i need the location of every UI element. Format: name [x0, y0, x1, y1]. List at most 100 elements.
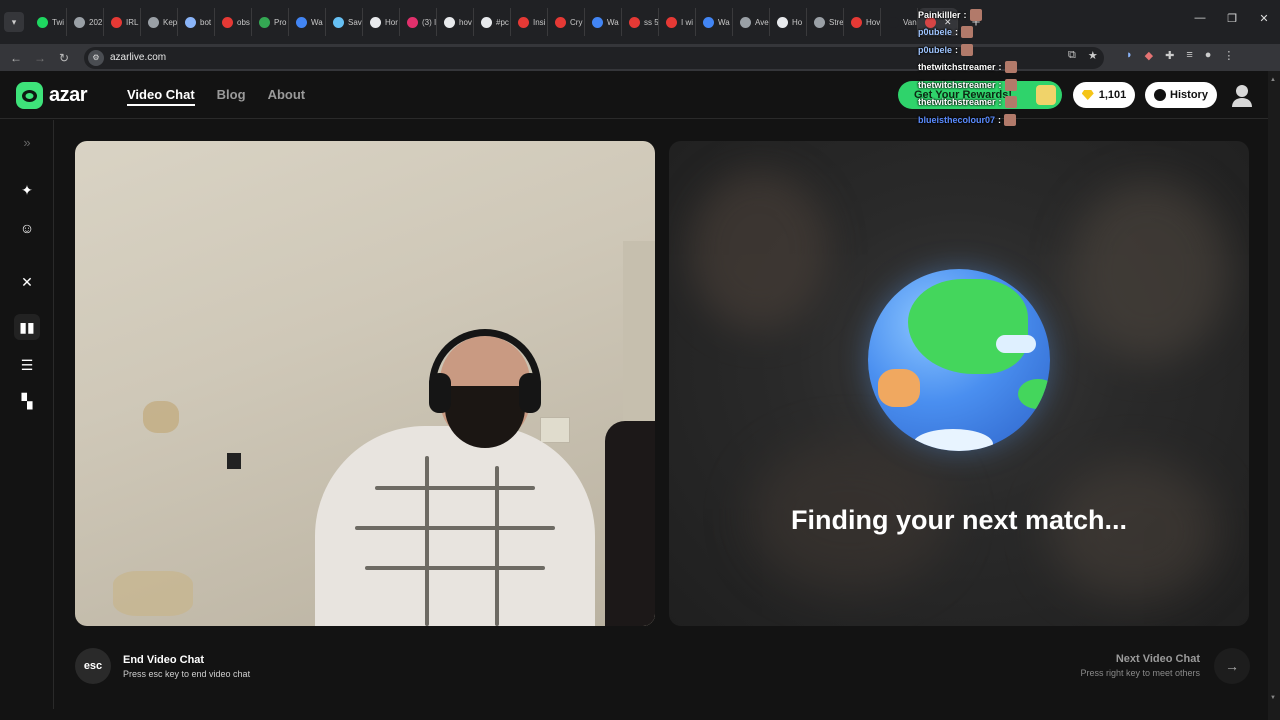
bookmark-star-icon[interactable]: ★: [1088, 49, 1098, 62]
shirt-stripe: [365, 566, 545, 570]
restore-icon[interactable]: ❐: [1216, 12, 1248, 25]
browser-tab[interactable]: Ave: [733, 8, 770, 36]
nav-blog[interactable]: Blog: [217, 87, 246, 106]
gems-balance-button[interactable]: 1,101: [1073, 82, 1135, 108]
scroll-down-icon[interactable]: ▼: [1270, 695, 1276, 701]
history-button[interactable]: History: [1145, 82, 1217, 108]
browser-tab[interactable]: Wa: [696, 8, 733, 36]
browser-tab[interactable]: Insi: [511, 8, 548, 36]
shirt-stripe: [425, 456, 429, 626]
browser-tab[interactable]: IRL: [104, 8, 141, 36]
expand-sidebar-icon[interactable]: »: [14, 129, 40, 155]
browser-tab[interactable]: Cry: [548, 8, 585, 36]
end-chat-text: End Video Chat Press esc key to end vide…: [123, 654, 250, 679]
layout-stacked-icon[interactable]: ☰: [14, 352, 40, 378]
headphone-earcup: [429, 373, 451, 413]
reload-icon[interactable]: ↻: [52, 51, 76, 65]
tab-label: Stre: [829, 17, 844, 27]
browser-tab[interactable]: Sav: [326, 8, 363, 36]
tab-favicon-icon: [148, 16, 159, 28]
extensions-puzzle-icon[interactable]: ✚: [1165, 49, 1174, 62]
end-video-chat-control[interactable]: esc End Video Chat Press esc key to end …: [75, 648, 250, 684]
browser-tab[interactable]: bot: [178, 8, 215, 36]
chat-message: blueisthecolour07 :: [918, 111, 1058, 129]
chat-separator: :: [998, 114, 1002, 125]
tab-favicon-icon: [518, 16, 529, 28]
tab-favicon-icon: [888, 16, 899, 28]
azar-logo[interactable]: azar: [16, 82, 88, 109]
chat-separator: :: [998, 62, 1002, 73]
back-icon[interactable]: ←: [4, 51, 28, 65]
tab-favicon-icon: [407, 16, 418, 28]
tab-label: Twi: [52, 17, 64, 27]
tab-favicon-icon: [74, 16, 85, 28]
site-info-icon[interactable]: ⚙: [88, 49, 104, 66]
browser-tab[interactable]: Ho: [770, 8, 807, 36]
browser-tab[interactable]: Wa: [289, 8, 326, 36]
chat-username: p0ubele: [918, 44, 953, 55]
minimize-icon[interactable]: —: [1184, 12, 1216, 25]
browser-tab[interactable]: obs: [215, 8, 252, 36]
browser-tab[interactable]: hov: [437, 8, 474, 36]
tab-label: Pro: [274, 17, 287, 27]
page-scrollbar[interactable]: ▲ ▼: [1268, 71, 1280, 720]
browser-tab[interactable]: Wa: [585, 8, 622, 36]
esc-button[interactable]: esc: [75, 648, 111, 684]
extension-2-icon[interactable]: ◆: [1145, 49, 1153, 62]
tab-label: Insi: [533, 17, 546, 27]
chat-emote-icon: [961, 43, 974, 56]
profile-icon[interactable]: ●: [1205, 49, 1212, 62]
cast-icon[interactable]: ⧉: [1068, 49, 1076, 62]
globe-icon: [868, 269, 1050, 451]
scroll-up-icon[interactable]: ▲: [1270, 77, 1276, 83]
browser-tab[interactable]: #pc: [474, 8, 511, 36]
chat-message: p0ubele :: [918, 41, 1058, 59]
chair: [605, 421, 655, 626]
user-avatar-icon[interactable]: [1231, 83, 1253, 107]
tab-favicon-icon: [740, 16, 751, 28]
my-camera-video: [75, 141, 655, 626]
chat-username: thetwitchstreamer: [918, 79, 996, 90]
tab-search-button[interactable]: ▾: [4, 12, 24, 32]
chat-username: p0ubele: [918, 27, 953, 38]
forward-icon[interactable]: →: [28, 51, 52, 65]
browser-tab[interactable]: Hov: [844, 8, 881, 36]
browser-menu-icon[interactable]: ⋮: [1223, 49, 1234, 62]
close-window-icon[interactable]: ✕: [1248, 12, 1280, 25]
wall-object: [227, 453, 241, 469]
face-filter-icon[interactable]: ☺: [14, 215, 40, 241]
person-torso: [315, 426, 595, 626]
chat-emote-icon: [969, 8, 982, 21]
chat-emote-icon: [1004, 61, 1017, 74]
magic-wand-icon[interactable]: ✦: [14, 177, 40, 203]
nav-video-chat[interactable]: Video Chat: [127, 87, 195, 106]
next-arrow-button[interactable]: →: [1214, 648, 1250, 684]
browser-tab[interactable]: 202: [67, 8, 104, 36]
tab-label: Kep: [163, 17, 178, 27]
chat-username: thetwitchstreamer: [918, 97, 996, 108]
browser-tab[interactable]: Stre: [807, 8, 844, 36]
tab-label: Ho: [792, 17, 803, 27]
url-text[interactable]: azarlive.com: [110, 52, 166, 63]
next-chat-title: Next Video Chat: [1115, 653, 1200, 665]
browser-tab[interactable]: Hor: [363, 8, 400, 36]
globe-cloud: [996, 335, 1036, 353]
browser-tab[interactable]: I wi: [659, 8, 696, 36]
extension-1-icon[interactable]: ◗: [1126, 49, 1133, 62]
wall-stain: [113, 571, 193, 616]
sticker-icon[interactable]: ✕: [14, 269, 40, 295]
browser-tab[interactable]: Pro: [252, 8, 289, 36]
logo-text: azar: [49, 84, 88, 106]
tab-favicon-icon: [481, 16, 492, 28]
blurred-background: [1069, 181, 1229, 361]
nav-about[interactable]: About: [268, 87, 306, 106]
layout-grid-icon[interactable]: ▚: [14, 388, 40, 414]
browser-tab[interactable]: Twi: [30, 8, 67, 36]
media-control-icon[interactable]: ≡: [1186, 49, 1192, 62]
browser-tab[interactable]: (3) I: [400, 8, 437, 36]
browser-tab[interactable]: Kep: [141, 8, 178, 36]
stream-chat-overlay: Painkilller : p0ubele : p0ubele : thetwitch…: [918, 6, 1058, 129]
browser-tab[interactable]: ss 5: [622, 8, 659, 36]
browser-tab[interactable]: Van: [881, 8, 918, 36]
layout-side-by-side-icon[interactable]: ▮▮: [14, 314, 40, 340]
